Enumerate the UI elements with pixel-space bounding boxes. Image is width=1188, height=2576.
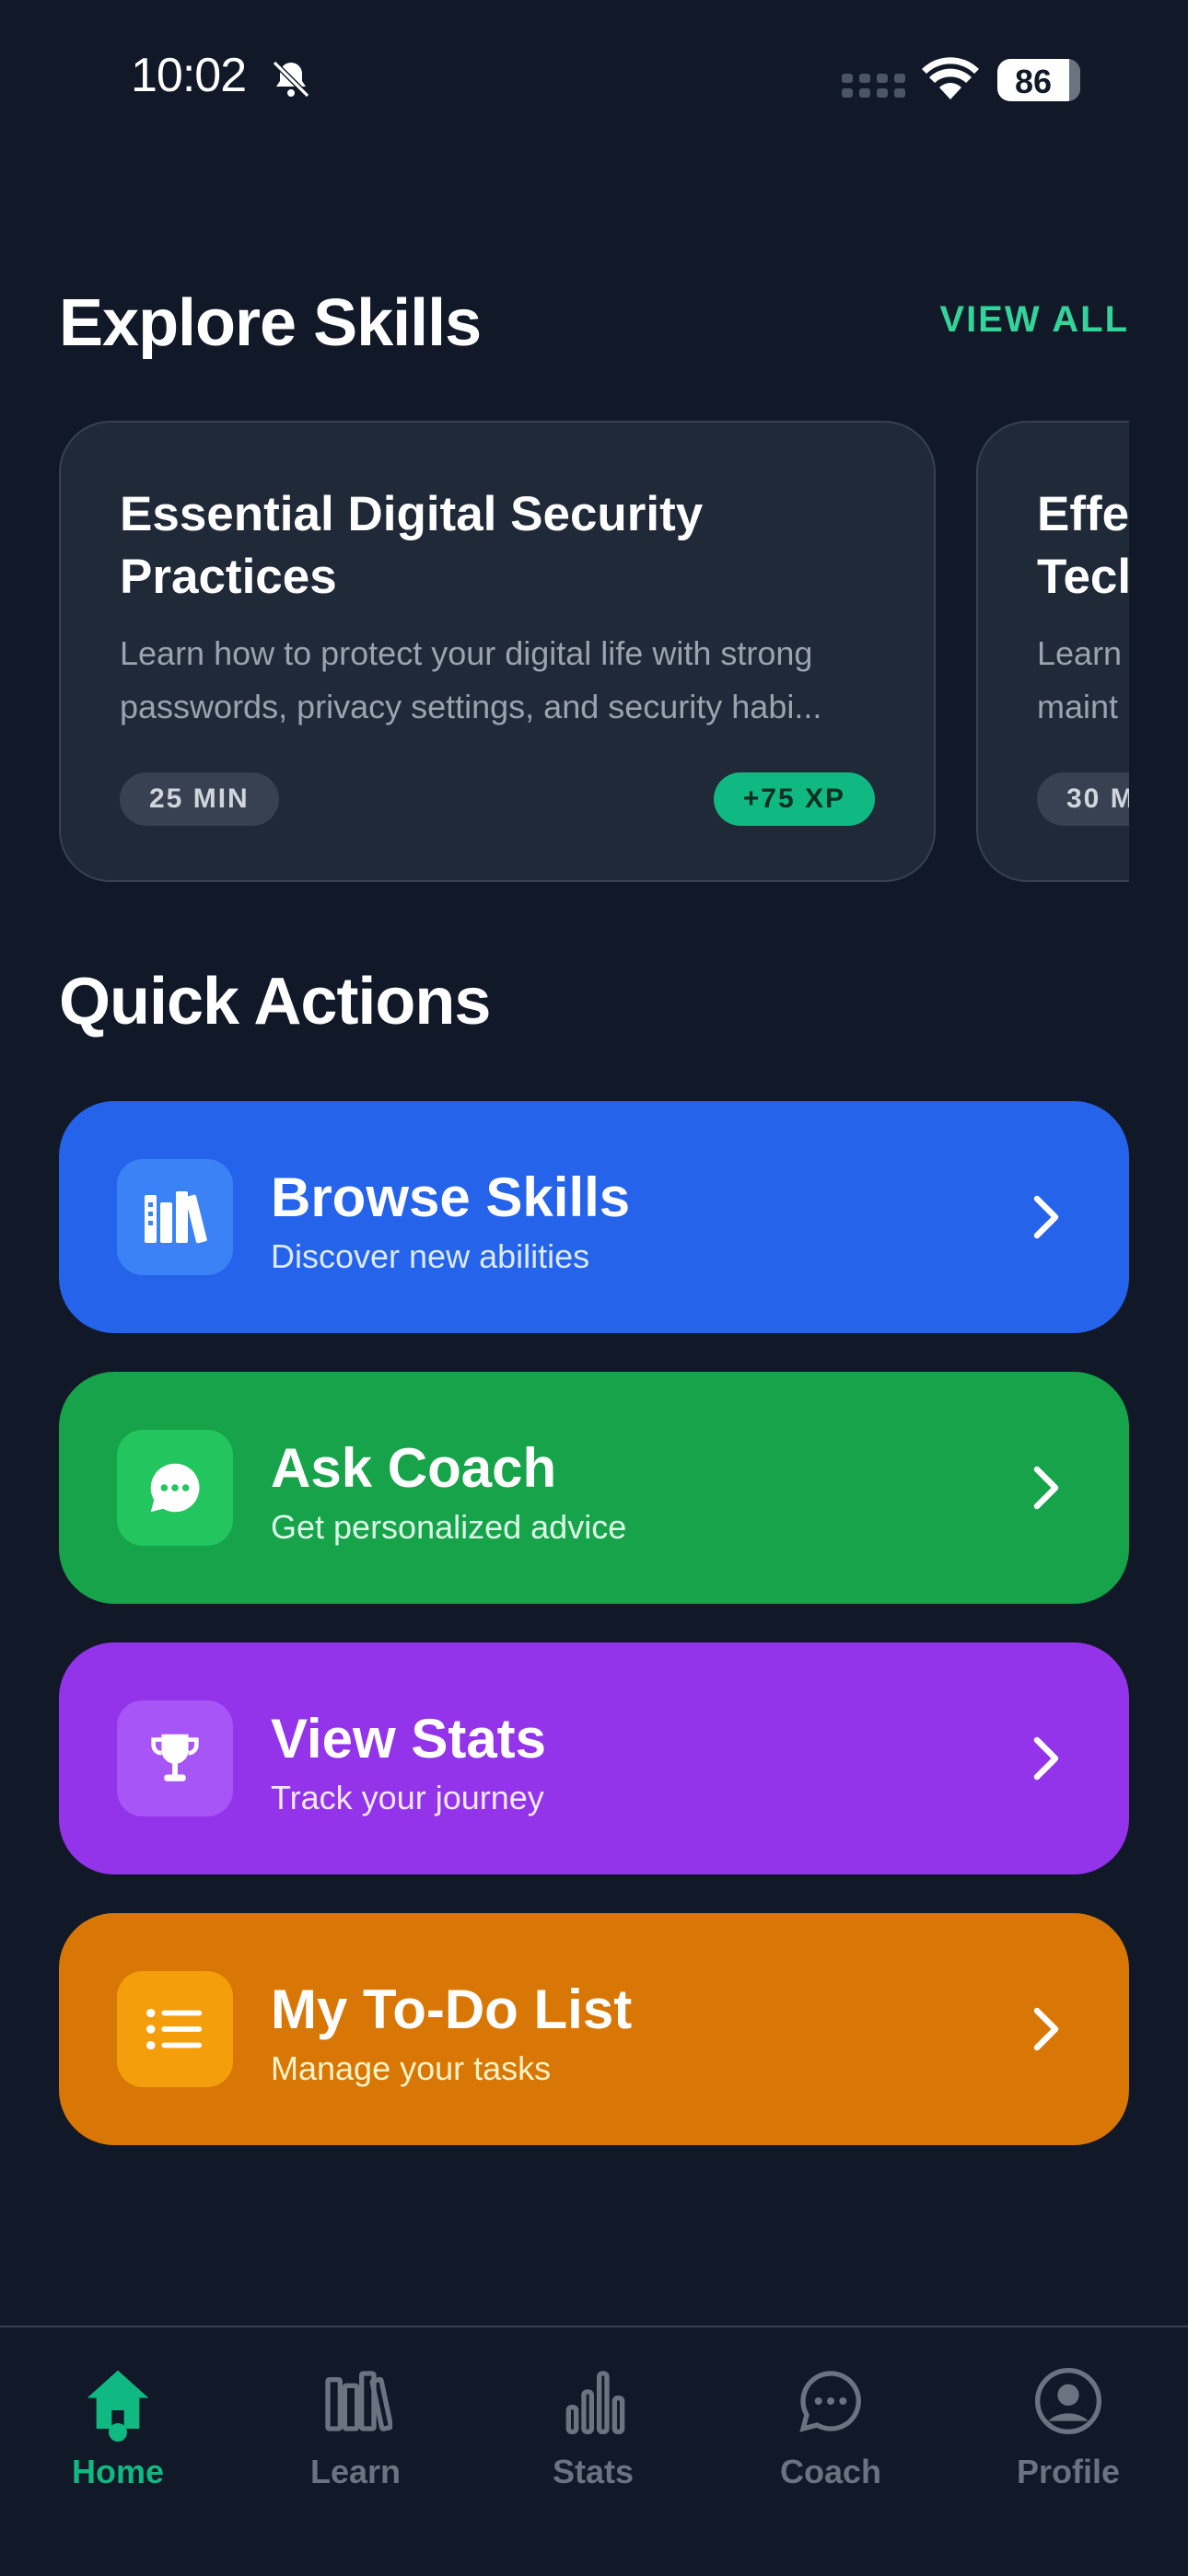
skill-card-description: Learn how to protect your digital life w… bbox=[120, 627, 884, 734]
bottom-tab-bar: Home Learn Stats Coach Profile bbox=[0, 2326, 1188, 2576]
tab-label: Learn bbox=[309, 2453, 402, 2490]
user-icon bbox=[1035, 2368, 1101, 2434]
skill-card-title-text: Effe Tecl bbox=[1037, 487, 1129, 604]
action-label: My To-Do List bbox=[271, 1978, 633, 2040]
tab-label: Home bbox=[71, 2453, 165, 2490]
action-label: Browse Skills bbox=[271, 1166, 631, 1228]
action-label: View Stats bbox=[271, 1708, 547, 1770]
xp-badge: +75 XP bbox=[713, 772, 875, 826]
action-label: Ask Coach bbox=[271, 1437, 557, 1499]
battery-indicator: 86 bbox=[997, 59, 1080, 101]
status-time: 10:02 bbox=[131, 49, 247, 102]
action-subtitle: Track your journey bbox=[271, 1779, 544, 1816]
active-tab-indicator bbox=[109, 2423, 127, 2442]
action-subtitle: Discover new abilities bbox=[271, 1237, 590, 1275]
chevron-right-icon bbox=[1033, 1195, 1059, 1239]
skill-card-description-text: Learn maint bbox=[1037, 634, 1123, 725]
duration-badge: 25 MIN bbox=[120, 772, 279, 826]
chat-icon bbox=[117, 1430, 233, 1546]
skill-card-description: Learn maint bbox=[1037, 627, 1129, 734]
chevron-right-icon bbox=[1033, 1466, 1059, 1510]
list-icon bbox=[117, 1971, 233, 2087]
cellular-signal-icon bbox=[842, 74, 905, 98]
skill-card-title: Effe Tecl bbox=[1037, 483, 1129, 609]
tab-label: Profile bbox=[1016, 2453, 1121, 2490]
view-stats-button[interactable]: View Stats Track your journey bbox=[59, 1642, 1129, 1874]
status-bar: 10:02 86 bbox=[0, 0, 1188, 161]
tab-label: Stats bbox=[552, 2453, 635, 2490]
chevron-right-icon bbox=[1033, 1736, 1059, 1781]
quick-actions-title: Quick Actions bbox=[59, 965, 491, 1039]
battery-level: 86 bbox=[1014, 63, 1053, 100]
chevron-right-icon bbox=[1033, 2007, 1059, 2051]
tab-home[interactable]: Home bbox=[26, 2364, 210, 2491]
browse-skills-button[interactable]: Browse Skills Discover new abilities bbox=[59, 1101, 1129, 1333]
tab-coach[interactable]: Coach bbox=[739, 2364, 923, 2491]
books-icon bbox=[117, 1159, 233, 1275]
wifi-icon bbox=[922, 57, 979, 99]
bell-muted-icon bbox=[272, 60, 310, 99]
ask-coach-button[interactable]: Ask Coach Get personalized advice bbox=[59, 1372, 1129, 1604]
action-subtitle: Get personalized advice bbox=[271, 1508, 627, 1546]
bar-chart-icon bbox=[565, 2371, 625, 2434]
tab-profile[interactable]: Profile bbox=[976, 2364, 1160, 2491]
action-subtitle: Manage your tasks bbox=[271, 2049, 552, 2087]
tab-learn[interactable]: Learn bbox=[263, 2364, 448, 2491]
duration-badge: 30 M bbox=[1037, 772, 1129, 826]
skill-card-title: Essential Digital Security Practices bbox=[120, 487, 704, 604]
chat-icon bbox=[799, 2371, 861, 2432]
tab-label: Coach bbox=[779, 2453, 882, 2490]
todo-list-button[interactable]: My To-Do List Manage your tasks bbox=[59, 1913, 1129, 2145]
trophy-icon bbox=[117, 1700, 233, 1816]
skill-card[interactable]: Effe Tecl Learn maint 30 M bbox=[976, 421, 1129, 882]
view-all-link[interactable]: VIEW ALL bbox=[939, 299, 1129, 341]
explore-skills-title: Explore Skills bbox=[59, 286, 482, 360]
skills-carousel[interactable]: Essential Digital Security Practices Lea… bbox=[59, 421, 1129, 886]
skill-card-description-text: Learn how to protect your digital life w… bbox=[120, 634, 822, 725]
tab-stats[interactable]: Stats bbox=[501, 2364, 685, 2491]
books-icon bbox=[325, 2371, 392, 2431]
skill-card[interactable]: Essential Digital Security Practices Lea… bbox=[59, 421, 936, 882]
